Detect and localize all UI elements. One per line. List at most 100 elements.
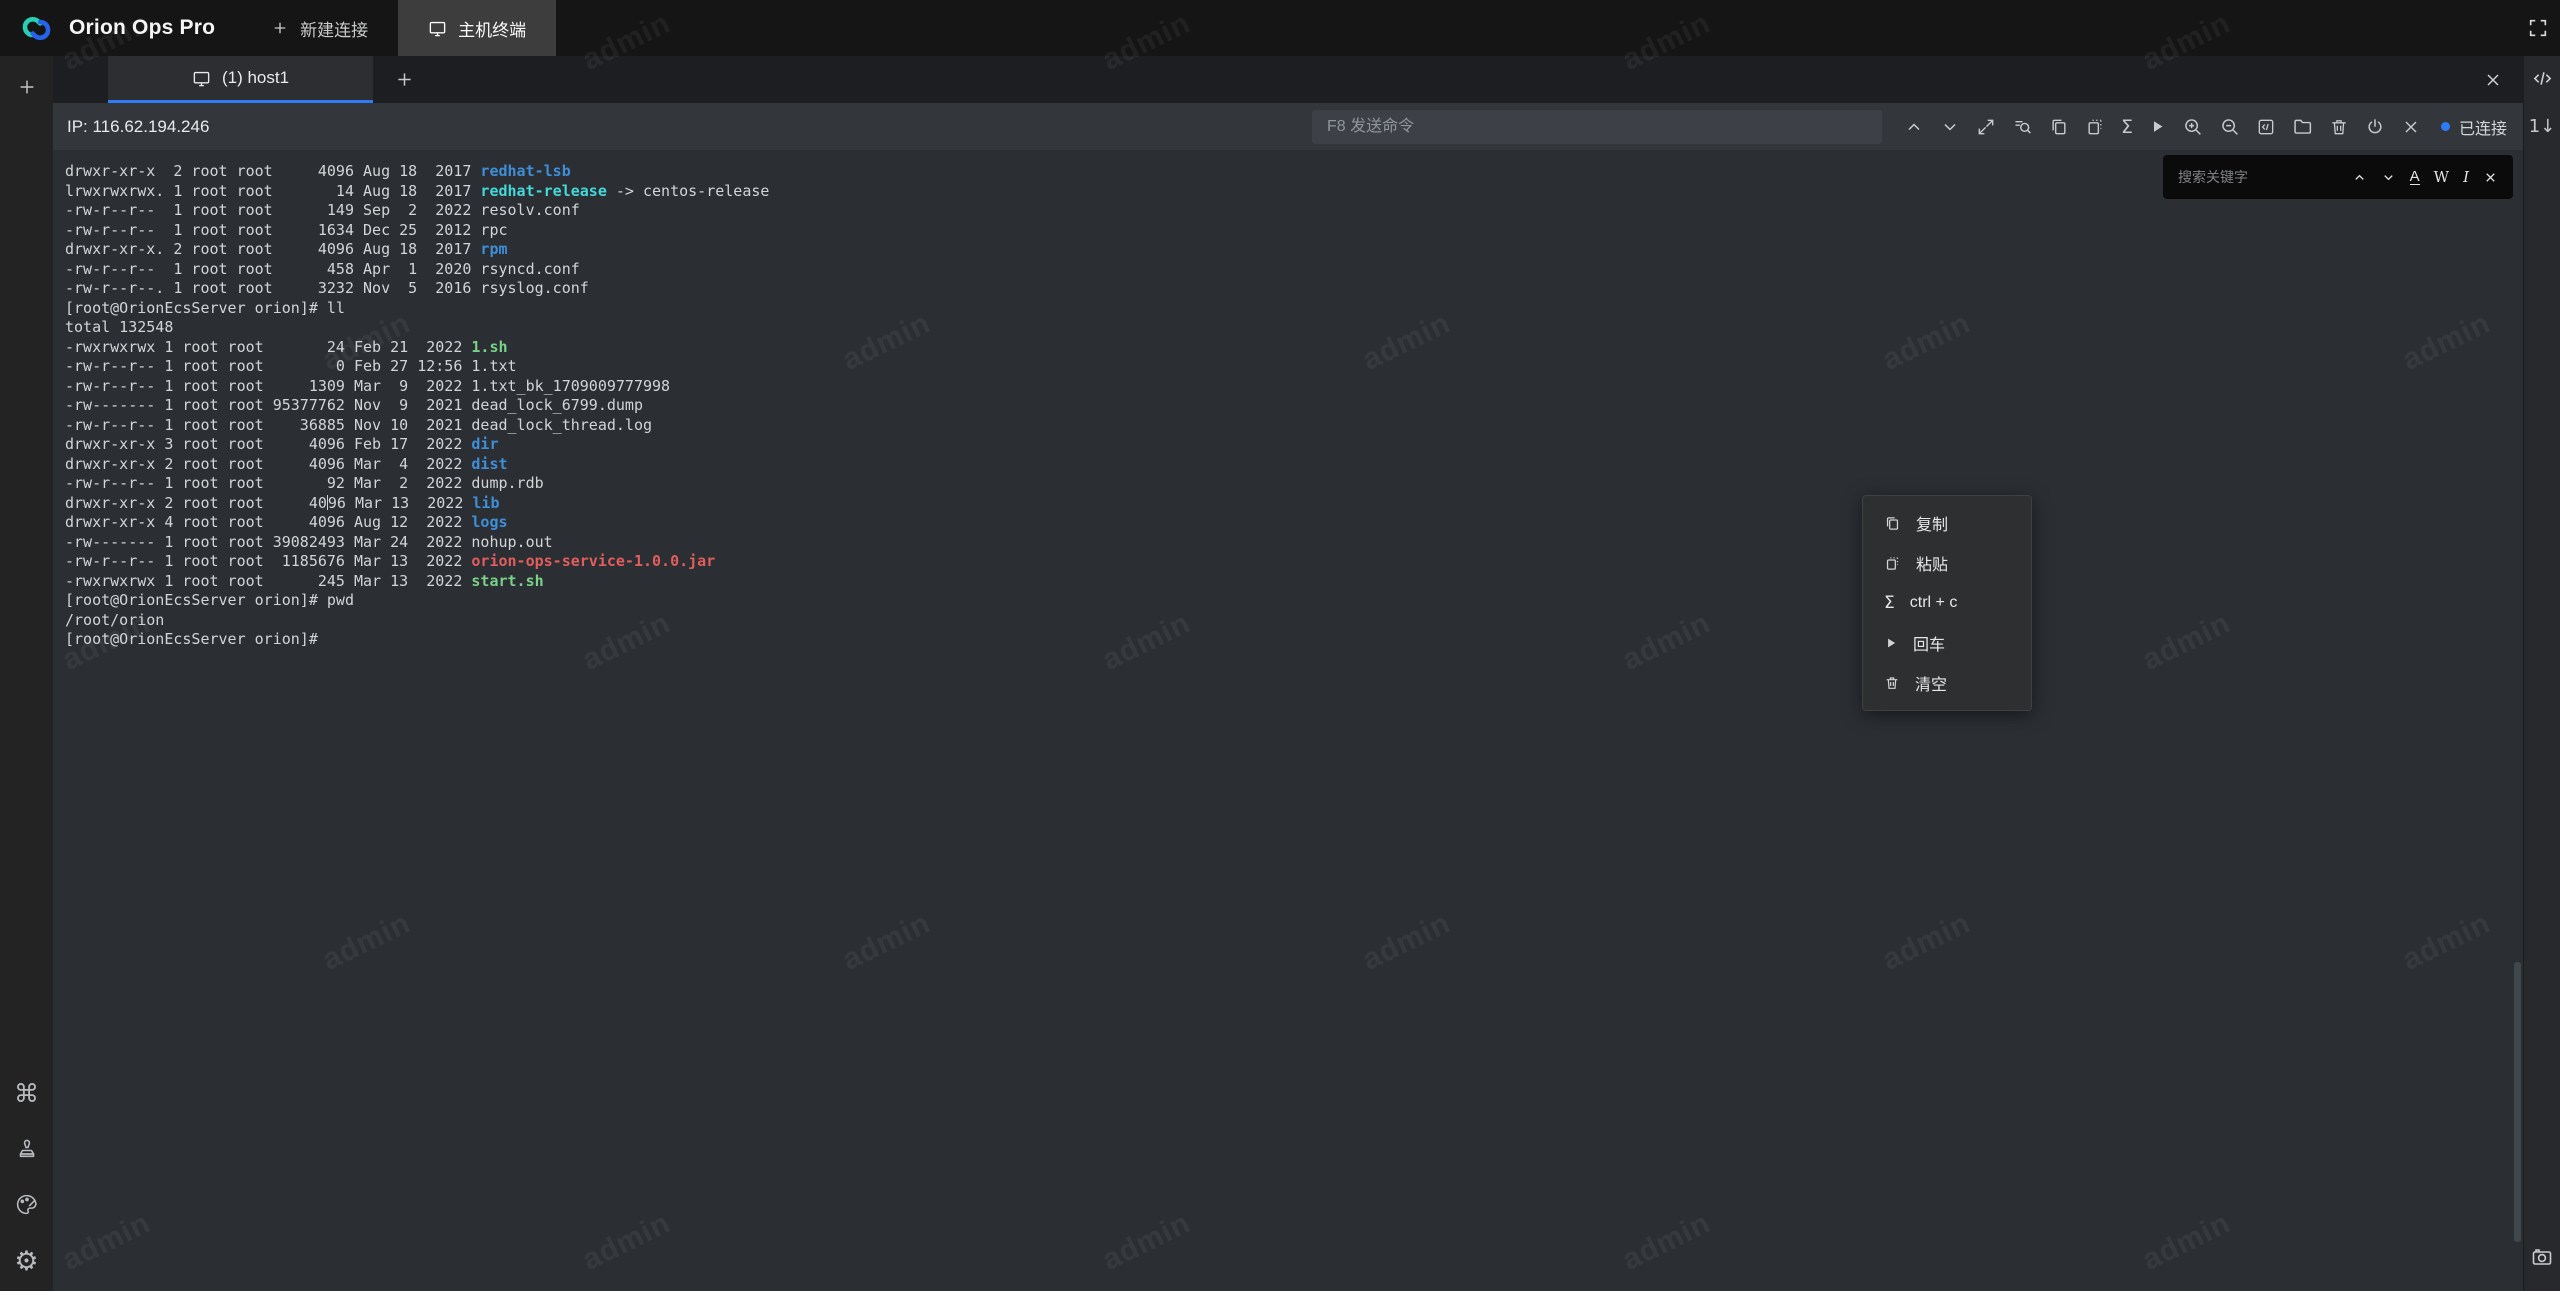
search-next-button[interactable] [2381,170,2396,185]
top-bar: Orion Ops Pro 新建连接 主机终端 [0,0,2560,56]
paste-icon [1884,555,1901,572]
code-panel-button[interactable] [2531,67,2554,90]
send-command-input[interactable] [1312,110,1882,144]
close-session-button[interactable] [2401,117,2421,137]
fullscreen-icon [2527,17,2549,39]
regex-button[interactable]: I [2463,168,2469,186]
monitor-icon [192,69,211,88]
play-icon [1884,636,1898,650]
trash-icon [1884,675,1900,691]
tab-host1-label: (1) host1 [222,68,289,88]
context-menu-ctrl-c[interactable]: Σ ctrl + c [1863,583,2031,623]
terminal-context-menu: 复制 粘贴 Σ ctrl + c 回车 清空 [1862,495,2032,711]
context-menu-clear-label: 清空 [1915,671,1947,695]
status-dot [2441,122,2450,131]
search-prev-button[interactable] [2352,170,2367,185]
screenshot-button[interactable] [2530,1245,2554,1269]
terminal-line: total 132548 [65,318,769,338]
camera-icon [2530,1245,2554,1269]
zoom-out-button[interactable] [2219,116,2240,137]
tab-host1[interactable]: (1) host1 [108,56,373,103]
terminal-line: drwxr-xr-x 2 root root 4096 Mar 4 2022 d… [65,455,769,475]
terminal-line: -rwxrwxrwx 1 root root 245 Mar 13 2022 s… [65,572,769,592]
copy-icon [1884,515,1901,532]
terminal-line: -rw-r--r-- 1 root root 1309 Mar 9 2022 1… [65,377,769,397]
monitor-icon [428,19,447,38]
connection-status: 已连接 [2441,115,2507,139]
terminal-line: -rw-r--r-- 1 root root 1634 Dec 25 2012 … [65,221,769,241]
terminal-line: -rw-r--r-- 1 root root 458 Apr 1 2020 rs… [65,260,769,280]
context-menu-enter[interactable]: 回车 [1863,623,2031,663]
terminal-line: drwxr-xr-x. 2 root root 4096 Aug 18 2017… [65,240,769,260]
add-terminal-tab-button[interactable] [373,56,435,103]
terminal-line: -rw-r--r-- 1 root root 149 Sep 2 2022 re… [65,201,769,221]
context-menu-copy[interactable]: 复制 [1863,503,2031,543]
clear-trash-button[interactable] [2329,117,2349,137]
search-close-button[interactable] [2483,170,2498,185]
plus-icon [16,76,38,98]
terminal-line: -rw-r--r-- 1 root root 0 Feb 27 12:56 1.… [65,357,769,377]
menu-host-terminal[interactable]: 主机终端 [398,0,556,56]
terminal-scrollbar-thumb[interactable] [2514,962,2521,1242]
terminal-line: -rw-r--r-- 1 root root 92 Mar 2 2022 dum… [65,474,769,494]
sidebar-add-button[interactable] [16,76,38,98]
folder-sftp-button[interactable] [2292,116,2313,137]
host-ip-label: IP: 116.62.194.246 [67,117,209,137]
terminal-line: lrwxrwxrwx. 1 root root 14 Aug 18 2017 r… [65,182,769,202]
close-all-button[interactable] [2483,56,2503,103]
theme-palette-icon[interactable] [14,1192,39,1217]
main-area: (1) host1 IP: 116.62.194.246 Σ [53,56,2523,1291]
search-input[interactable] [2178,169,2338,185]
command-shortcut-icon[interactable]: ⌘ [14,1081,39,1106]
terminal-line: -rw------- 1 root root 39082493 Mar 24 2… [65,533,769,553]
menu-host-terminal-label: 主机终端 [458,16,526,41]
run-enter-button[interactable] [2149,118,2166,135]
close-icon [2483,70,2503,90]
terminal-viewport[interactable]: drwxr-xr-x 2 root root 4096 Aug 18 2017 … [53,150,2523,1291]
match-case-button[interactable]: A [2410,169,2420,186]
context-menu-clear[interactable]: 清空 [1863,663,2031,703]
terminal-tab-bar: (1) host1 [53,56,2523,103]
menu-new-connection-label: 新建连接 [300,16,368,41]
status-text: 已连接 [2459,115,2507,139]
terminal-line: drwxr-xr-x 3 root root 4096 Feb 17 2022 … [65,435,769,455]
terminal-line: [root@OrionEcsServer orion]# [65,630,769,650]
menu-new-connection[interactable]: 新建连接 [241,0,398,56]
terminal-toolbar-icons: Σ [1904,116,2421,138]
terminal-search-panel: A W I [2163,155,2513,199]
left-sidebar: ⌘ ⚙ [0,56,53,1291]
app-title: Orion Ops Pro [69,16,215,40]
zoom-in-button[interactable] [2182,116,2203,137]
sidebar-bottom-group: ⌘ ⚙ [14,1081,39,1275]
brand: Orion Ops Pro [0,10,241,47]
code-block-button[interactable] [2256,117,2276,137]
whole-word-button[interactable]: W [2434,168,2449,186]
context-menu-ctrl-c-label: ctrl + c [1910,594,1958,612]
context-menu-copy-label: 复制 [1916,511,1948,535]
power-disconnect-button[interactable] [2365,117,2385,137]
line-sort-button[interactable]: 1↓ [2529,116,2556,137]
terminal-line: -rw-r--r--. 1 root root 3232 Nov 5 2016 … [65,279,769,299]
context-menu-enter-label: 回车 [1913,631,1945,655]
terminal-output: drwxr-xr-x 2 root root 4096 Aug 18 2017 … [65,162,769,650]
copy-button[interactable] [2049,117,2069,137]
context-menu-paste[interactable]: 粘贴 [1863,543,2031,583]
terminal-line: [root@OrionEcsServer orion]# ll [65,299,769,319]
scroll-down-button[interactable] [1940,117,1960,137]
open-new-window-button[interactable] [1976,117,1996,137]
terminal-line: drwxr-xr-x 4 root root 4096 Aug 12 2022 … [65,513,769,533]
settings-gear-icon[interactable]: ⚙ [14,1248,38,1275]
terminal-line: /root/orion [65,611,769,631]
ctrl-c-button[interactable]: Σ [2121,116,2133,138]
stamp-icon[interactable] [15,1137,39,1161]
code-icon [2531,67,2554,90]
plus-icon [271,19,289,37]
plus-icon [394,69,415,90]
terminal-line: [root@OrionEcsServer orion]# pwd [65,591,769,611]
terminal-line: -rwxrwxrwx 1 root root 24 Feb 21 2022 1.… [65,338,769,358]
fullscreen-button[interactable] [2516,17,2560,39]
paste-button[interactable] [2085,117,2105,137]
scroll-up-button[interactable] [1904,117,1924,137]
search-command-button[interactable] [2012,116,2033,137]
session-toolbar: IP: 116.62.194.246 Σ 已连接 [53,103,2523,150]
